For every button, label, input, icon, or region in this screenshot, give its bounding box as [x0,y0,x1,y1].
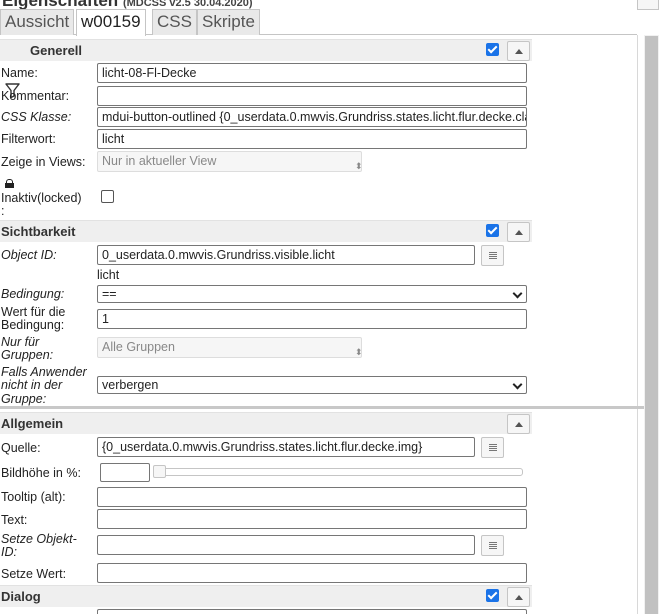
bildhoehe-slider-track[interactable] [153,468,523,476]
gruppen-select[interactable]: Alle Gruppen [97,337,362,358]
text-input[interactable] [97,509,527,529]
lock-icon [5,179,14,188]
css-klasse-input[interactable]: mdui-button-outlined {0_userdata.0.mwvis… [97,107,527,127]
zeige-in-views-select[interactable]: Nur in aktueller View [97,151,362,172]
inaktiv-label: Inaktiv(locked) [1,191,82,205]
tab-skripte[interactable]: Skripte [197,9,260,35]
inaktiv-label-colon: : [1,204,5,218]
setze-objekt-id-picker-button[interactable] [481,535,504,556]
quelle-label: Quelle: [1,441,41,455]
wert-label-line2: Bedingung: [1,318,65,332]
name-label: Name: [1,66,38,80]
group-header-generell[interactable]: Generell [0,39,532,98]
falls-anwender-label-line2: nicht in der [1,378,63,392]
gruppen-label-line2: Gruppen: [1,348,54,362]
setze-wert-input[interactable] [97,563,527,583]
group-enable-checkbox-generell[interactable] [486,43,499,56]
object-id-input[interactable]: 0_userdata.0.mwvis.Grundriss.visible.lic… [97,245,475,265]
object-id-label: Object ID: [1,248,57,262]
setze-objekt-id-input[interactable] [97,535,475,555]
setze-objekt-id-label-line1: Setze Objekt- [1,532,77,546]
falls-anwender-select[interactable]: verbergen [97,376,527,394]
group-enable-checkbox-sichtbarkeit[interactable] [486,224,499,237]
falls-anwender-label-line1: Falls Anwender [1,365,87,379]
bildhoehe-input[interactable] [100,463,150,482]
gruppen-label-line1: Nur für [1,335,40,349]
tooltip-label: Tooltip (alt): [1,490,66,504]
filterwort-label: Filterwort: [1,132,56,146]
falls-anwender-label-line3: Gruppe: [1,392,47,406]
group-title-dialog: Dialog [1,589,41,604]
panel-border [637,35,638,614]
tab-aussicht[interactable]: Aussicht [0,9,75,35]
wert-label-line1: Wert für die [1,305,66,319]
collapse-button-allgemein[interactable] [507,414,530,434]
collapse-button-sichtbarkeit[interactable] [507,222,530,242]
collapse-button-generell[interactable] [507,41,530,61]
wert-input[interactable]: 1 [97,309,527,329]
object-id-hint: licht [97,268,120,282]
bedingung-select[interactable]: == [97,285,527,303]
zeige-in-views-label: Zeige in Views: [1,155,86,169]
group-header-dialog[interactable]: Dialog [0,585,532,607]
bildhoehe-slider-handle[interactable] [153,465,166,478]
css-klasse-label: CSS Klasse: [1,110,72,124]
inaktiv-checkbox[interactable] [101,190,114,203]
bedingung-label: Bedingung: [1,287,65,301]
group-title-generell: Generell [30,43,83,58]
kommentar-label: Kommentar: [1,89,70,103]
group-title-sichtbarkeit: Sichtbarkeit [1,224,76,239]
tab-css[interactable]: CSS [152,9,197,35]
scrollbar-thumb[interactable] [645,36,658,614]
setze-wert-label: Setze Wert: [1,567,67,581]
quelle-picker-button[interactable] [481,437,504,458]
filterwort-input[interactable]: licht [97,129,527,149]
tab-bar: Aussicht w00159 CSS Skripte [0,9,637,36]
tab-widget-id[interactable]: w00159 [76,9,146,36]
section-divider [0,406,644,409]
text-label: Text: [1,513,28,527]
group-header-allgemein[interactable]: Allgemein [0,412,532,434]
collapse-button-dialog[interactable] [507,587,530,607]
version-label: (MDCSS v2.5 30.04.2020) [122,0,253,9]
quelle-input[interactable]: {0_userdata.0.mwvis.Grundriss.states.lic… [97,437,475,457]
name-input[interactable]: licht-08-Fl-Decke [97,63,527,83]
window-control-button[interactable] [637,0,659,10]
bildhoehe-label: Bildhöhe in %: [1,466,81,480]
tooltip-input[interactable] [97,487,527,507]
kommentar-input[interactable] [97,86,527,106]
group-header-sichtbarkeit[interactable]: Sichtbarkeit [0,220,532,242]
dialog-first-input[interactable] [97,609,527,614]
group-enable-checkbox-dialog[interactable] [486,589,499,602]
setze-objekt-id-label-line2: ID: [1,545,17,559]
group-title-allgemein: Allgemein [1,416,64,431]
object-id-picker-button[interactable] [481,245,504,266]
